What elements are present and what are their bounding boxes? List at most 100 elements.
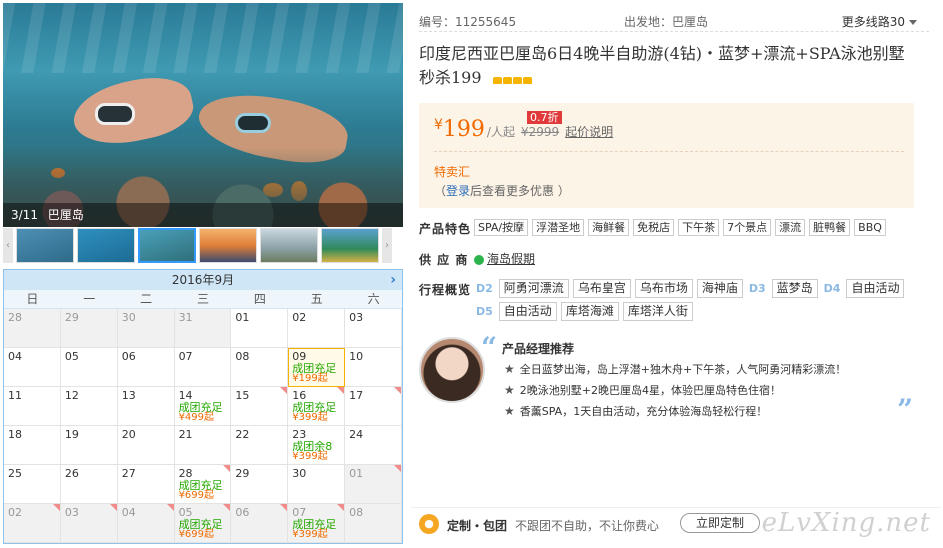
thumbnail-4[interactable] bbox=[199, 228, 257, 263]
calendar-day-number: 22 bbox=[235, 428, 250, 441]
feature-tag: 下午茶 bbox=[678, 219, 720, 236]
star-icon: ★ bbox=[504, 362, 515, 376]
calendar-day-number: 03 bbox=[349, 311, 364, 324]
calendar-day: 07 bbox=[174, 348, 232, 387]
calendar-day-number: 10 bbox=[349, 350, 364, 363]
promo-corner-icon bbox=[280, 387, 288, 394]
calendar-day: 29 bbox=[60, 309, 118, 348]
calendar-day[interactable]: 23 成团余8 ¥399起 bbox=[288, 426, 346, 465]
calendar-day: 08 bbox=[345, 504, 402, 543]
thumb-next-button[interactable]: › bbox=[382, 228, 392, 263]
price-note-link[interactable]: 起价说明 bbox=[565, 125, 613, 139]
itinerary-spot[interactable]: 自由活动 bbox=[498, 302, 557, 321]
calendar-day[interactable]: 09 成团充足 ¥199起 bbox=[288, 348, 346, 387]
thumbnail-2[interactable] bbox=[77, 228, 135, 263]
calendar-day-number: 04 bbox=[8, 350, 22, 363]
supplier-label: 供 应 商 bbox=[419, 253, 469, 267]
calendar-day-price: ¥399起 bbox=[292, 412, 328, 423]
manager-point-text: 全日蓝梦出海，岛上浮潜+独木舟+下午茶，人气阿勇河精彩漂流！ bbox=[519, 363, 847, 376]
thumb-prev-button[interactable]: ‹ bbox=[3, 228, 13, 263]
feature-tag: 浮潜圣地 bbox=[532, 219, 585, 236]
custom-tour-button[interactable]: 立即定制 bbox=[680, 513, 760, 533]
calendar-day-number: 17 bbox=[349, 389, 364, 402]
calendar-day[interactable]: 16 成团充足 ¥399起 bbox=[288, 387, 346, 426]
promo-corner-icon bbox=[52, 504, 60, 511]
thumbnail-3[interactable] bbox=[138, 228, 196, 263]
calendar-day-number: 18 bbox=[8, 428, 22, 441]
more-routes-dropdown[interactable]: 更多线路30 bbox=[842, 13, 917, 30]
custom-tour-label: 定制・包团 bbox=[447, 519, 508, 533]
calendar-day-number: 06 bbox=[235, 506, 250, 519]
product-title: 印度尼西亚巴厘岛6日4晚半自助游(4钻)・蓝梦+漂流+SPA泳池别墅 秒杀199 bbox=[419, 42, 919, 91]
manager-point-text: 2晚泳池别墅+2晚巴厘岛4星，体验巴厘岛特色住宿！ bbox=[519, 384, 781, 397]
calendar-day: 11 bbox=[4, 387, 61, 426]
calendar-day[interactable]: 07 成团充足 ¥399起 bbox=[288, 504, 346, 543]
price-line: ¥199/人起 ¥2999 起价说明 bbox=[434, 117, 613, 142]
calendar-day-price: ¥399起 bbox=[292, 451, 328, 462]
promo-corner-icon bbox=[109, 504, 117, 511]
login-link[interactable]: 登录 bbox=[446, 184, 470, 198]
next-month-icon[interactable]: › bbox=[390, 270, 396, 290]
calendar-day: 17 bbox=[345, 387, 402, 426]
calendar-day[interactable]: 05 成团充足 ¥699起 bbox=[174, 504, 232, 543]
calendar-day: 03 bbox=[345, 309, 402, 348]
itinerary-spot[interactable]: 乌布皇宫 bbox=[572, 279, 631, 298]
weekday-label: 四 bbox=[253, 292, 266, 306]
promo-corner-icon bbox=[223, 465, 231, 472]
product-detail: 编号：11255645 出发地：巴厘岛 更多线路30 印度尼西亚巴厘岛6日4晚半… bbox=[404, 0, 943, 548]
weekday-label: 六 bbox=[367, 292, 380, 306]
supplier-link[interactable]: 海岛假期 bbox=[474, 250, 535, 267]
special-sale-label: 特卖汇 bbox=[434, 165, 471, 179]
itinerary-spot[interactable]: 乌布市场 bbox=[634, 279, 693, 298]
price-unit: /人起 bbox=[486, 125, 515, 139]
calendar-day-number: 07 bbox=[178, 350, 193, 363]
product-id: 编号：11255645 bbox=[419, 15, 517, 29]
photo-location: 巴厘岛 bbox=[47, 208, 84, 222]
calendar-day[interactable]: 14 成团充足 ¥499起 bbox=[174, 387, 232, 426]
star-icon: ★ bbox=[504, 404, 515, 418]
itinerary-spot[interactable]: 库塔洋人街 bbox=[622, 302, 693, 321]
calendar-day: 18 bbox=[4, 426, 61, 465]
feature-tag: 7个景点 bbox=[723, 219, 772, 236]
manager-points: ★ 全日蓝梦出海，岛上浮潜+独木舟+下午茶，人气阿勇河精彩漂流！ ★ 2晚泳池别墅+… bbox=[504, 359, 846, 422]
thumbnail-6[interactable] bbox=[321, 228, 379, 263]
promo-corner-icon bbox=[337, 504, 345, 511]
itinerary-label: 行程概览 bbox=[419, 283, 472, 297]
calendar-day: 26 bbox=[60, 465, 118, 504]
calendar-day-price: ¥499起 bbox=[178, 412, 215, 423]
calendar-day-number: 06 bbox=[121, 350, 136, 363]
calendar-day-number: 31 bbox=[178, 311, 193, 324]
calendar-day: 04 bbox=[4, 348, 61, 387]
calendar-day-number: 11 bbox=[8, 389, 22, 402]
itinerary-spot[interactable]: 海神庙 bbox=[696, 279, 743, 298]
calendar-day-number: 19 bbox=[64, 428, 79, 441]
calendar-day-number: 01 bbox=[235, 311, 250, 324]
calendar-day: 08 bbox=[231, 348, 289, 387]
calendar-day-number: 26 bbox=[64, 467, 79, 480]
itinerary-spot[interactable]: 库塔海滩 bbox=[560, 302, 619, 321]
weekday-label: 一 bbox=[83, 292, 96, 306]
calendar-day[interactable]: 28 成团充足 ¥699起 bbox=[174, 465, 232, 504]
calendar-day-number: 27 bbox=[121, 467, 136, 480]
feature-tag: 免税店 bbox=[633, 219, 675, 236]
calendar-day: 21 bbox=[174, 426, 232, 465]
departure-city: 出发地：巴厘岛 bbox=[624, 15, 709, 29]
main-photo[interactable]: 3/11 巴厘岛 bbox=[3, 3, 403, 227]
itinerary-spot[interactable]: 蓝梦岛 bbox=[771, 279, 818, 298]
departure-calendar: 2016年9月 › 日 一 二 三 四 五 六 28 29 30 31 01 02 03 04 05 06 07… bbox=[3, 269, 403, 544]
feature-tags: SPA/按摩 浮潜圣地 海鲜餐 免税店 下午茶 7个景点 漂流 脏鸭餐 BBQ bbox=[474, 219, 934, 236]
calendar-day-number: 04 bbox=[121, 506, 136, 519]
calendar-day-number: 05 bbox=[64, 350, 79, 363]
manager-point: ★ 香薰SPA，1天自由活动，充分体验海岛轻松行程！ bbox=[504, 401, 846, 422]
thumbnail-5[interactable] bbox=[260, 228, 318, 263]
calendar-header: 2016年9月 › bbox=[4, 270, 402, 290]
weekday-label: 日 bbox=[26, 292, 39, 306]
custom-tour-desc: 不跟团不自助，不让你费心 bbox=[515, 519, 660, 533]
itinerary-overview: D2 阿勇河漂流 乌布皇宫 乌布市场 海神庙 D3 蓝梦岛 D4 自由活动 D5 自由活动 库塔海滩库… bbox=[474, 279, 924, 321]
itinerary-spot[interactable]: 阿勇河漂流 bbox=[498, 279, 569, 298]
quote-open-icon: “ bbox=[481, 331, 498, 364]
itinerary-spot[interactable]: 自由活动 bbox=[846, 279, 905, 298]
promo-corner-icon bbox=[394, 465, 401, 472]
thumbnail-1[interactable] bbox=[16, 228, 74, 263]
promo-corner-icon bbox=[337, 387, 345, 394]
